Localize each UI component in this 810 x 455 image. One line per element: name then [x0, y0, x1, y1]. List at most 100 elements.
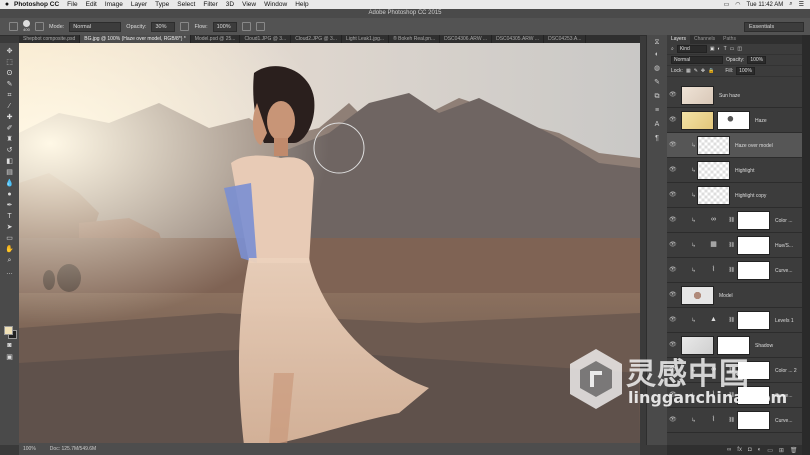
layer-thumbnail[interactable] — [681, 111, 714, 130]
marquee-tool-icon[interactable]: ⬚ — [5, 58, 14, 67]
doc-tab[interactable]: Cloud2.JPG @ 3... — [291, 35, 342, 43]
layer-row[interactable]: 👁 ↳ ▲ ⛓ Levels 1 — [667, 308, 802, 333]
more-tools-icon[interactable]: … — [5, 268, 14, 277]
visibility-eye-icon[interactable]: 👁 — [669, 167, 677, 173]
new-layer-icon[interactable]: ⊞ — [779, 447, 784, 454]
doc-tab-active[interactable]: BG.jpg @ 100% (Haze over model, RGB/8*) … — [80, 35, 191, 43]
app-menu[interactable]: Photoshop CC — [14, 1, 59, 8]
add-mask-icon[interactable]: ◘ — [748, 447, 752, 453]
type-tool-icon[interactable]: T — [5, 212, 14, 221]
character-icon[interactable]: A — [653, 121, 661, 129]
pen-tool-icon[interactable]: ✒ — [5, 201, 14, 210]
zoom-tool-icon[interactable]: ⌕ — [5, 256, 14, 265]
adjustment-layer-icon[interactable]: ∞ — [709, 216, 718, 224]
link-layers-icon[interactable]: ∞ — [727, 447, 731, 453]
layer-mask-thumbnail[interactable] — [737, 236, 770, 255]
layer-name[interactable]: Haze over model — [735, 143, 773, 149]
eraser-icon[interactable]: ◧ — [5, 157, 14, 166]
layer-mask-thumbnail[interactable] — [737, 211, 770, 230]
layer-name[interactable]: Highlight — [735, 168, 754, 174]
visibility-eye-icon[interactable]: 👁 — [669, 117, 677, 123]
doc-tab[interactable]: DSC04253.A... — [544, 35, 587, 43]
brush-settings-icon[interactable]: ✎ — [653, 79, 661, 87]
airbrush-icon[interactable] — [241, 22, 251, 31]
menu-layer[interactable]: Layer — [131, 1, 147, 8]
layer-thumbnail[interactable] — [681, 86, 714, 105]
filter-smart-icon[interactable]: ◫ — [737, 46, 742, 52]
lock-position-icon[interactable]: ✥ — [701, 68, 705, 74]
doc-tab[interactable]: Model.psd @ 25... — [191, 35, 241, 43]
healing-brush-icon[interactable]: ✚ — [5, 113, 14, 122]
battery-icon[interactable]: ▭ — [724, 1, 730, 8]
styles-icon[interactable]: ◍ — [653, 65, 661, 73]
adjustment-layer-icon[interactable]: ▲ — [709, 316, 718, 324]
layer-name[interactable]: Curve... — [775, 268, 793, 274]
doc-tab[interactable]: DSC04306.ARW ... — [440, 35, 493, 43]
mask-link-icon[interactable]: ⛓ — [727, 316, 736, 324]
pressure-opacity-icon[interactable] — [180, 22, 190, 31]
crop-tool-icon[interactable]: ⌗ — [5, 91, 14, 100]
wifi-icon[interactable]: ◠ — [735, 1, 740, 8]
visibility-eye-icon[interactable]: 👁 — [669, 192, 677, 198]
menu-select[interactable]: Select — [177, 1, 195, 8]
pressure-size-icon[interactable] — [255, 22, 265, 31]
blend-mode-select[interactable]: Normal — [671, 56, 723, 64]
new-group-icon[interactable]: ▭ — [767, 447, 773, 454]
fx-icon[interactable]: fx — [737, 447, 742, 453]
apple-icon[interactable]: ● — [0, 1, 14, 8]
move-tool-icon[interactable]: ✥ — [5, 47, 14, 56]
filter-type-icon[interactable]: T — [724, 46, 727, 52]
history-icon[interactable]: ⧖ — [653, 39, 661, 47]
menu-3d[interactable]: 3D — [226, 1, 234, 8]
hand-tool-icon[interactable]: ✋ — [5, 245, 14, 254]
quick-select-icon[interactable]: ✎ — [5, 80, 14, 89]
tab-paths[interactable]: Paths — [719, 35, 740, 44]
layer-fill-field[interactable]: 100% — [736, 67, 755, 75]
layer-row[interactable]: 👁 ↳ ▦ ⛓ Hue/S... — [667, 233, 802, 258]
history-brush-icon[interactable]: ↺ — [5, 146, 14, 155]
mask-link-icon[interactable]: ⛓ — [727, 266, 736, 274]
brush-panel-icon[interactable] — [35, 22, 44, 31]
menu-list-icon[interactable]: ☰ — [799, 1, 804, 8]
screen-mode-icon[interactable]: ▣ — [5, 353, 14, 362]
opacity-field[interactable]: 30% — [151, 21, 176, 32]
properties-icon[interactable]: ≡ — [653, 107, 661, 115]
search-icon[interactable]: ⌕ — [789, 1, 792, 8]
quick-mask-icon[interactable]: ◙ — [5, 341, 14, 350]
visibility-eye-icon[interactable]: 👁 — [669, 242, 677, 248]
doc-tab[interactable]: Cloud1.JPG @ 3... — [240, 35, 292, 43]
new-adjustment-icon[interactable]: ◐ — [758, 447, 762, 453]
layer-thumbnail[interactable] — [697, 136, 730, 155]
visibility-eye-icon[interactable]: 👁 — [669, 317, 677, 323]
delete-layer-icon[interactable]: 🗑 — [790, 447, 798, 454]
tab-layers[interactable]: Layers — [667, 35, 691, 44]
filter-shape-icon[interactable]: ▭ — [730, 46, 735, 52]
layer-name[interactable]: Hue/S... — [775, 243, 793, 249]
clone-stamp-icon[interactable]: ♜ — [5, 135, 14, 144]
menu-type[interactable]: Type — [155, 1, 169, 8]
layer-mask-thumbnail[interactable] — [737, 311, 770, 330]
lock-paint-icon[interactable]: ✎ — [694, 68, 698, 74]
adjustments-icon[interactable]: ◐ — [653, 51, 661, 59]
layer-thumbnail[interactable] — [681, 286, 714, 305]
layer-name[interactable]: Sun haze — [719, 93, 740, 99]
shape-tool-icon[interactable]: ▭ — [5, 234, 14, 243]
doc-size[interactable]: Doc: 125.7M/549.6M — [50, 443, 96, 455]
dodge-tool-icon[interactable]: ● — [5, 190, 14, 199]
layer-mask-thumbnail[interactable] — [737, 261, 770, 280]
layer-row[interactable]: 👁 ↳ ⌇ ⛓ Curve... — [667, 258, 802, 283]
lock-all-icon[interactable]: 🔒 — [708, 68, 714, 74]
layer-row[interactable]: 👁 ↳ Highlight copy — [667, 183, 802, 208]
layer-name[interactable]: Haze — [755, 118, 767, 124]
workspace-select[interactable]: Essentials — [744, 21, 804, 32]
visibility-eye-icon[interactable]: 👁 — [669, 142, 677, 148]
clock[interactable]: Tue 11:42 AM — [747, 2, 784, 8]
brush-tool-icon[interactable]: ✐ — [5, 124, 14, 133]
document-canvas[interactable] — [19, 43, 640, 445]
layer-mask-thumbnail[interactable] — [717, 111, 750, 130]
doc-tab[interactable]: Shepbot composite.psd — [19, 35, 81, 43]
menu-edit[interactable]: Edit — [86, 1, 97, 8]
mask-link-icon[interactable]: ⛓ — [727, 216, 736, 224]
layer-row[interactable]: 👁 ↳ Highlight — [667, 158, 802, 183]
layer-row[interactable]: 👁 Model — [667, 283, 802, 308]
